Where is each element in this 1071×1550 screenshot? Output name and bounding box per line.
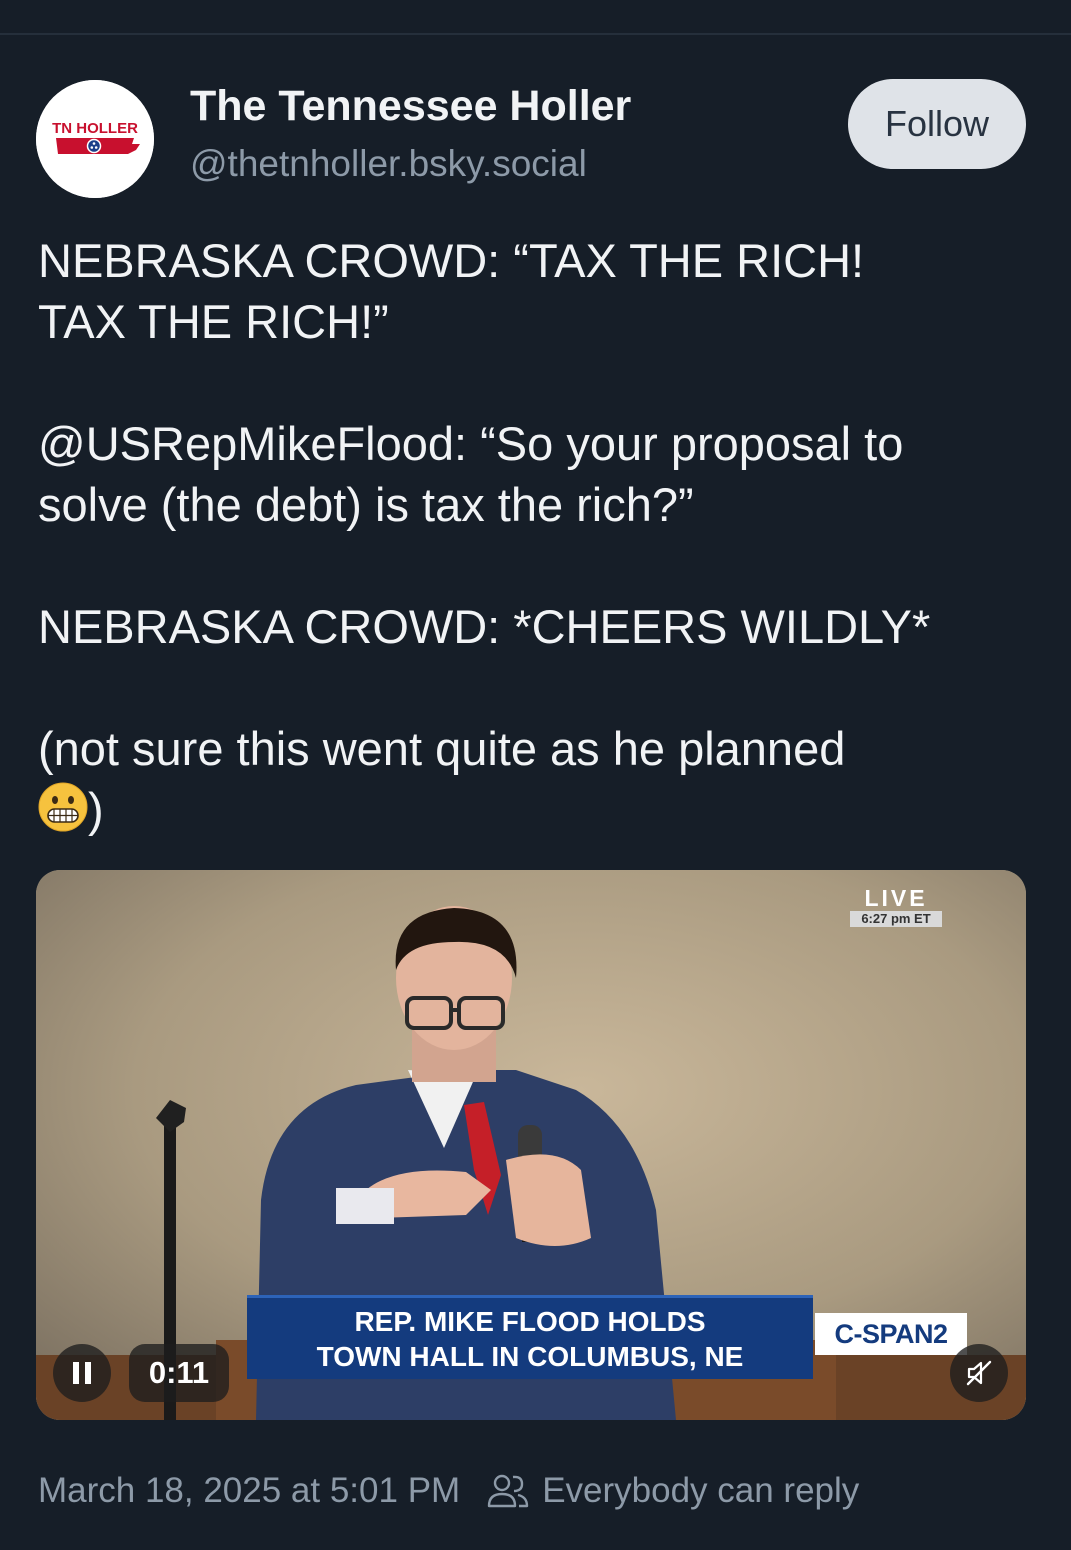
reply-setting-label: Everybody can reply	[542, 1471, 860, 1510]
chyron-line: REP. MIKE FLOOD HOLDS	[354, 1306, 706, 1337]
tn-holler-logo: TN HOLLER	[36, 80, 154, 198]
post-line: TAX THE RICH!”	[38, 295, 389, 348]
grimacing-face-icon	[38, 782, 88, 832]
reply-setting[interactable]: Everybody can reply	[486, 1471, 859, 1511]
follow-button[interactable]: Follow	[848, 79, 1026, 169]
mute-toggle-button[interactable]	[950, 1344, 1008, 1402]
pause-button[interactable]	[53, 1344, 111, 1402]
author-handle[interactable]: @thetnholler.bsky.social	[190, 143, 587, 185]
avatar[interactable]: TN HOLLER	[36, 80, 154, 198]
post-line: )	[38, 779, 1038, 840]
video-elapsed-time: 0:11	[129, 1344, 229, 1402]
chyron-line: TOWN HALL IN COLUMBUS, NE	[316, 1341, 744, 1372]
live-indicator: LIVE 6:27 pm ET	[850, 886, 942, 927]
news-chyron: REP. MIKE FLOOD HOLDS TOWN HALL IN COLUM…	[247, 1295, 813, 1379]
post-line-end: )	[88, 783, 104, 836]
mention-link[interactable]: @USRepMikeFlood: “So your proposal to	[38, 417, 903, 470]
muted-speaker-icon	[966, 1360, 992, 1386]
post-line: (not sure this went quite as he planned	[38, 722, 846, 775]
post-timestamp[interactable]: March 18, 2025 at 5:01 PM	[38, 1471, 460, 1511]
post-line: NEBRASKA CROWD: “TAX THE RICH!	[38, 234, 865, 287]
people-icon	[487, 1474, 529, 1508]
live-label: LIVE	[864, 885, 928, 911]
post-text: NEBRASKA CROWD: “TAX THE RICH! TAX THE R…	[38, 230, 1038, 840]
post-line: @USRepMikeFlood: “So your proposal to	[38, 413, 1038, 474]
live-time: 6:27 pm ET	[850, 911, 942, 927]
author-display-name[interactable]: The Tennessee Holler	[190, 82, 631, 131]
network-logo: C-SPAN2	[815, 1313, 967, 1355]
post-footer: March 18, 2025 at 5:01 PM Everybody can …	[38, 1468, 859, 1514]
top-divider	[0, 33, 1071, 35]
pause-icon	[73, 1362, 91, 1384]
video-player[interactable]: LIVE 6:27 pm ET REP. MIKE FLOOD HOLDS TO…	[36, 870, 1026, 1420]
post-line: solve (the debt) is tax the rich?”	[38, 478, 694, 531]
avatar-logo-text: TN HOLLER	[52, 120, 138, 137]
post-line: NEBRASKA CROWD: *CHEERS WILDLY*	[38, 600, 931, 653]
